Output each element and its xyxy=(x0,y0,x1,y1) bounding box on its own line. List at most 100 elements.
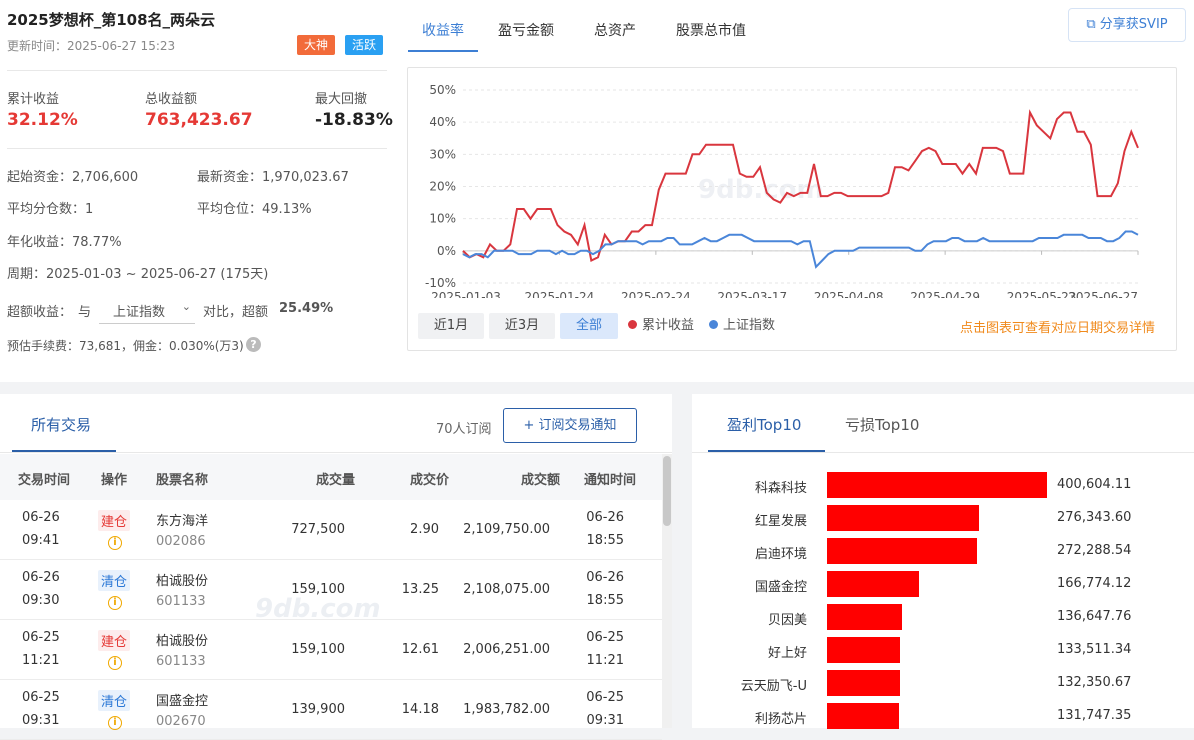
start-capital: 起始资金：2,706,600 xyxy=(7,170,139,185)
legend-label: 上证指数 xyxy=(723,318,776,333)
divider xyxy=(0,452,672,453)
top10-panel: 盈利Top10 亏损Top10 科森科技 400,604.11 红星发展 276,34… xyxy=(692,394,1194,729)
legend-cum-return[interactable]: 累计收益 xyxy=(628,314,694,333)
stock-name[interactable]: 东方海洋 xyxy=(156,510,208,529)
notify-date: 06-26 xyxy=(586,510,624,525)
cum-return-label: 累计收益 xyxy=(7,92,60,107)
total-profit-value: 763,423.67 xyxy=(145,110,253,130)
info-icon[interactable]: i xyxy=(108,656,122,670)
x-tick-label: 2025-05-23 xyxy=(1007,290,1077,298)
annual-return: 年化收益：78.77% xyxy=(7,235,122,250)
range-3m-button[interactable]: 近3月 xyxy=(489,313,555,339)
y-tick-label: 20% xyxy=(429,180,456,194)
share-button[interactable]: ⧉ 分享获SVIP xyxy=(1068,8,1186,42)
tab-profit-top10[interactable]: 盈利Top10 xyxy=(727,414,801,435)
y-tick-label: 0% xyxy=(437,244,456,258)
column-header: 交易时间 xyxy=(18,473,71,488)
operation-tag: 清仓 xyxy=(98,690,131,711)
divider xyxy=(692,452,1194,453)
tab-all-trades[interactable]: 所有交易 xyxy=(31,414,91,435)
stock-name: 利扬芯片 xyxy=(754,712,807,727)
operation-tag: 清仓 xyxy=(98,570,131,591)
help-icon[interactable]: ? xyxy=(246,337,261,352)
range-1m-button[interactable]: 近1月 xyxy=(418,313,484,339)
range-all-button[interactable]: 全部 xyxy=(560,313,618,339)
price: 12.61 xyxy=(401,642,439,657)
x-tick-label: 2025-04-08 xyxy=(814,290,884,298)
y-tick-label: 30% xyxy=(429,147,456,161)
column-header: 成交额 xyxy=(520,473,560,488)
profit-bar[interactable] xyxy=(827,571,919,597)
legend-dot-blue xyxy=(709,320,718,329)
profit-value: 276,343.60 xyxy=(1057,510,1132,525)
profit-bar[interactable] xyxy=(827,505,979,531)
divider xyxy=(7,70,387,71)
excess-with: 与 xyxy=(78,305,92,320)
benchmark-select[interactable]: 上证指数 ⌄ xyxy=(99,294,195,324)
stock-name[interactable]: 国盛金控 xyxy=(156,690,208,709)
stock-name: 国盛金控 xyxy=(754,580,807,595)
info-icon[interactable]: i xyxy=(108,596,122,610)
table-row[interactable]: 06-25 09:31 清仓 i 国盛金控 002670 139,900 14.… xyxy=(0,680,662,740)
badge-active: 活跃 xyxy=(345,35,384,55)
tab-total-assets[interactable]: 总资产 xyxy=(594,20,636,40)
y-tick-label: -10% xyxy=(425,276,456,290)
stock-name[interactable]: 柏诚股份 xyxy=(156,630,208,649)
stock-code: 002670 xyxy=(156,714,206,729)
line-chart-svg[interactable]: 9db.com 50% 40% 30% 20% 10% 0% -10%2025-01-03 20… xyxy=(408,68,1176,298)
stock-name: 云天励飞-U xyxy=(740,679,807,694)
trade-time: 09:31 xyxy=(22,713,60,728)
trades-panel: 所有交易 70人订阅 + 订阅交易通知 交易时间 操作 股票名称 成交量 成交价 成交额 通… xyxy=(0,394,672,740)
table-row[interactable]: 06-26 09:41 建仓 i 东方海洋 002086 727,500 2.9… xyxy=(0,500,662,560)
return-chart[interactable]: 9db.com 50% 40% 30% 20% 10% 0% -10% 2025-01-03 20… xyxy=(407,67,1177,351)
active-tab-indicator xyxy=(408,50,478,52)
y-tick-label: 40% xyxy=(429,115,456,129)
profit-bar[interactable] xyxy=(827,703,899,729)
amount: 2,108,075.00 xyxy=(463,582,550,597)
period: 周期：2025-01-03 ~ 2025-06-27 (175天) xyxy=(7,267,269,282)
x-tick-label: 2025-04-29 xyxy=(910,290,980,298)
trade-time: 11:21 xyxy=(22,653,60,668)
column-header: 操作 xyxy=(101,473,128,488)
divider xyxy=(7,148,387,149)
stock-code: 601133 xyxy=(156,594,206,609)
latest-capital: 最新资金：1,970,023.67 xyxy=(197,170,349,185)
legend-index[interactable]: 上证指数 xyxy=(709,314,775,333)
max-drawdown-label: 最大回撤 xyxy=(315,92,368,107)
profit-bar[interactable] xyxy=(827,637,900,663)
notify-time: 11:21 xyxy=(586,653,624,668)
badge-master: 大神 xyxy=(297,35,336,55)
column-header: 成交价 xyxy=(409,473,449,488)
tab-stock-market-value[interactable]: 股票总市值 xyxy=(676,20,746,40)
watermark: 9db.com xyxy=(255,594,381,624)
table-row[interactable]: 06-25 11:21 建仓 i 柏诚股份 601133 159,100 12.… xyxy=(0,620,662,680)
price: 14.18 xyxy=(401,702,439,717)
trade-date: 06-25 xyxy=(22,630,60,645)
info-icon[interactable]: i xyxy=(108,536,122,550)
tab-loss-top10[interactable]: 亏损Top10 xyxy=(845,414,919,435)
scrollbar-thumb[interactable] xyxy=(663,456,671,526)
profit-bar[interactable] xyxy=(827,604,902,630)
profit-value: 166,774.12 xyxy=(1057,576,1132,591)
stock-name[interactable]: 柏诚股份 xyxy=(156,570,208,589)
stock-name: 贝因美 xyxy=(767,613,807,628)
column-header: 成交量 xyxy=(315,473,355,488)
profit-value: 136,647.76 xyxy=(1057,609,1132,624)
excess-value: 25.49% xyxy=(279,301,334,316)
series-line-index xyxy=(462,230,1139,269)
tab-return-rate[interactable]: 收益率 xyxy=(422,20,464,40)
chevron-down-icon: ⌄ xyxy=(181,300,191,313)
update-time: 更新时间：2025-06-27 15:23 xyxy=(7,39,176,53)
trade-time: 09:41 xyxy=(22,533,60,548)
profit-bar[interactable] xyxy=(827,472,1047,498)
summary-panel: 2025梦想杯_第108名_两朵云 更新时间：2025-06-27 15:23 … xyxy=(0,0,1194,382)
tab-profit-amount[interactable]: 盈亏金额 xyxy=(498,20,554,40)
subscribe-button[interactable]: + 订阅交易通知 xyxy=(503,408,637,443)
stock-code: 601133 xyxy=(156,654,206,669)
stock-name: 红星发展 xyxy=(754,514,807,529)
trade-date: 06-26 xyxy=(22,510,60,525)
profit-bar[interactable] xyxy=(827,670,900,696)
profit-bar[interactable] xyxy=(827,538,977,564)
profit-value: 132,350.67 xyxy=(1057,675,1132,690)
y-tick-label: 10% xyxy=(429,212,456,226)
